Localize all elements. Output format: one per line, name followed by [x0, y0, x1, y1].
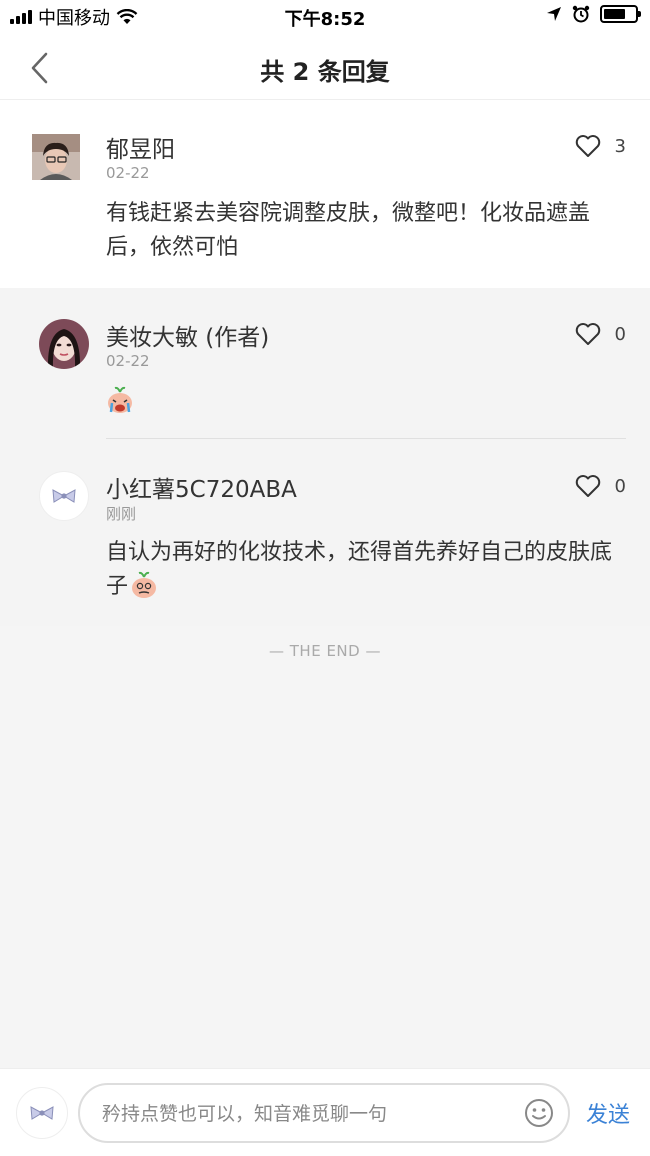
comment-input-box[interactable] [78, 1083, 570, 1143]
username[interactable]: 美妆大敏 (作者) [106, 318, 269, 352]
like-count: 3 [614, 135, 626, 157]
username[interactable]: 小红薯5C720ABA [106, 470, 297, 504]
comment-date: 02-22 [106, 352, 150, 370]
comment-input-bar: 发送 [0, 1068, 650, 1156]
status-bar: 中国移动 下午8:52 [0, 0, 650, 34]
like-count: 0 [614, 323, 626, 345]
like-button[interactable]: 3 [575, 134, 626, 158]
heart-icon [575, 475, 600, 497]
like-count: 0 [614, 475, 626, 497]
like-button[interactable]: 0 [575, 474, 626, 498]
bow-icon [30, 1106, 54, 1120]
status-right [546, 5, 641, 23]
main-comment: 郁昱阳 02-22 3 有钱赶紧去美容院调整皮肤，微整吧！化妆品遮盖后，依然可怕 [0, 100, 650, 288]
emoji-button[interactable] [524, 1098, 554, 1128]
heart-icon [575, 323, 600, 345]
divider [106, 438, 626, 439]
alarm-icon [572, 5, 590, 23]
comment-text: 自认为再好的化妆技术，还得首先养好自己的皮肤底子 [106, 536, 621, 604]
location-arrow-icon [547, 7, 561, 21]
user-avatar[interactable] [16, 1087, 68, 1139]
avatar[interactable] [39, 471, 89, 521]
bow-icon [52, 489, 76, 503]
like-button[interactable]: 0 [575, 322, 626, 346]
smug-emoji-icon [132, 571, 157, 598]
comment-date: 02-22 [106, 164, 150, 182]
smiley-icon [525, 1099, 553, 1127]
page-title: 共 2 条回复 [260, 58, 390, 86]
comment-date: 刚刚 [106, 505, 137, 523]
replies-section: 美妆大敏 (作者) 02-22 0 小红薯5C720ABA 刚刚 0 自认为再好… [0, 288, 650, 626]
comment-text-content: 自认为再好的化妆技术，还得首先养好自己的皮肤底子 [106, 540, 613, 599]
crying-emoji-icon [106, 386, 134, 414]
send-button[interactable]: 发送 [586, 1097, 630, 1129]
username[interactable]: 郁昱阳 [106, 130, 175, 164]
nav-bar: 共 2 条回复 [0, 34, 650, 100]
heart-icon [575, 135, 600, 157]
avatar[interactable] [32, 134, 80, 180]
battery-icon [600, 5, 641, 23]
avatar[interactable] [39, 319, 89, 369]
comment-text: 有钱赶紧去美容院调整皮肤，微整吧！化妆品遮盖后，依然可怕 [106, 201, 591, 260]
end-marker: — THE END — [269, 642, 381, 660]
comment-input[interactable] [102, 1099, 522, 1129]
